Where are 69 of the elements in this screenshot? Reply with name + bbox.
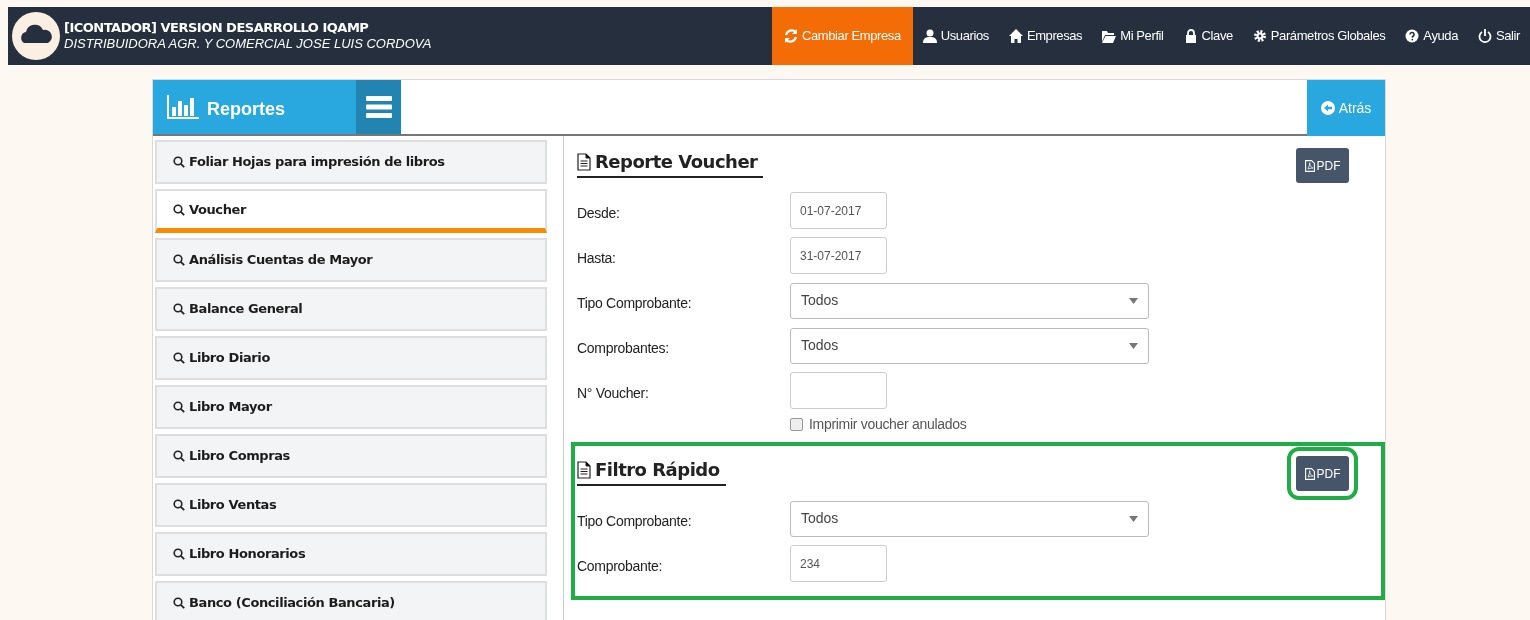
app-title: [ICONTADOR] VERSION DESARROLLO IQAMP — [64, 20, 370, 36]
settings-icon — [1252, 29, 1267, 43]
section-title: Reporte Voucher — [577, 148, 764, 178]
nav-link[interactable]: Ayuda — [1395, 7, 1468, 65]
field-label: Tipo Comprobante: — [577, 512, 693, 531]
cloud-logo-icon — [12, 12, 60, 60]
field-label: N° Voucher: — [577, 384, 650, 403]
document-icon — [577, 152, 591, 171]
dropdown[interactable]: Todos — [790, 500, 1149, 537]
field-label: Comprobante: — [577, 557, 664, 576]
text-field[interactable]: 234 — [790, 545, 887, 582]
search-icon — [173, 499, 185, 511]
search-icon — [173, 352, 185, 364]
nav-link[interactable]: Usuarios — [912, 7, 999, 65]
report-menu-item[interactable]: Libro Mayor — [155, 385, 547, 429]
caret-icon — [1129, 297, 1138, 304]
arrow-left-circle-icon — [1320, 101, 1335, 115]
pdf-button[interactable]: PDF — [1296, 148, 1349, 183]
field-label: Hasta: — [577, 249, 617, 268]
text-field[interactable]: 31-07-2017 — [790, 237, 887, 274]
search-icon — [173, 254, 185, 266]
company-name: DISTRIBUIDORA AGR. Y COMERCIAL JOSE LUIS CORDOVA — [64, 36, 432, 52]
user-icon — [922, 29, 937, 43]
search-icon — [173, 203, 185, 216]
document-icon — [577, 460, 591, 479]
report-menu-item[interactable]: Libro Diario — [155, 336, 547, 380]
text-field[interactable]: 01-07-2017 — [790, 192, 887, 229]
power-icon — [1478, 29, 1492, 43]
dropdown[interactable]: Todos — [790, 327, 1149, 364]
field-label: Tipo Comprobante: — [577, 294, 693, 313]
lock-icon — [1183, 29, 1198, 43]
dropdown[interactable]: Todos — [790, 282, 1149, 319]
report-menu-item[interactable]: Análisis Cuentas de Mayor — [155, 238, 547, 282]
section-title: Filtro Rápido — [577, 456, 726, 486]
report-menu-item[interactable]: Libro Honorarios — [155, 532, 547, 576]
search-icon — [173, 548, 185, 560]
bar-chart-icon — [167, 95, 199, 119]
refresh-icon — [784, 29, 798, 43]
search-icon — [173, 303, 185, 315]
search-icon — [173, 597, 185, 609]
caret-icon — [1129, 515, 1138, 522]
checkbox-label: Imprimir voucher anulados — [809, 414, 967, 434]
nav-link[interactable]: Parámetros Globales — [1242, 7, 1396, 65]
nav-link[interactable]: Salir — [1468, 7, 1530, 65]
nav-link[interactable]: Empresas — [998, 7, 1093, 65]
pdf-file-icon — [1304, 467, 1315, 480]
home-icon — [1008, 29, 1023, 43]
search-icon — [173, 156, 185, 168]
menu-icon — [365, 96, 392, 118]
caret-icon — [1129, 342, 1138, 349]
folder-icon — [1102, 29, 1117, 43]
field-label: Comprobantes: — [577, 339, 670, 358]
search-icon — [173, 401, 185, 413]
text-field[interactable] — [790, 372, 887, 409]
report-menu-item[interactable]: Libro Ventas — [155, 483, 547, 527]
nav-link[interactable]: Mi Perfil — [1092, 7, 1174, 65]
search-icon — [173, 450, 185, 462]
report-menu-item[interactable]: Balance General — [155, 287, 547, 331]
field-label: Desde: — [577, 204, 621, 223]
reports-title: Reportes — [207, 97, 286, 121]
nav-link[interactable]: Clave — [1173, 7, 1243, 65]
report-menu-item[interactable]: Foliar Hojas para impresión de libros — [155, 140, 547, 184]
pdf-file-icon — [1304, 159, 1315, 172]
report-menu-item[interactable]: Libro Compras — [155, 434, 547, 478]
checkbox[interactable] — [790, 417, 803, 431]
report-menu-item[interactable]: Voucher — [155, 189, 547, 233]
menu-button[interactable] — [356, 80, 401, 134]
report-menu-item[interactable]: Banco (Conciliación Bancaria) — [155, 581, 547, 620]
help-icon — [1405, 29, 1420, 43]
